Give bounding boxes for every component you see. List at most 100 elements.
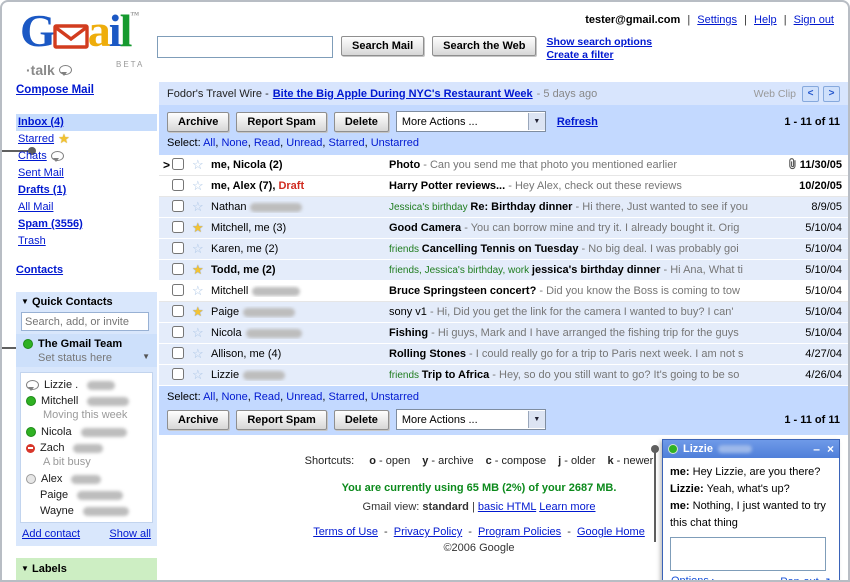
row-checkbox[interactable] [172, 347, 184, 359]
select-all-link[interactable]: All [203, 391, 215, 403]
row-checkbox[interactable] [172, 221, 184, 233]
star-icon[interactable]: ☆ [192, 370, 211, 380]
contact-item[interactable]: Lizzie . [24, 377, 149, 393]
row-checkbox[interactable] [172, 179, 184, 191]
delete-button[interactable]: Delete [334, 112, 389, 132]
row-checkbox[interactable] [172, 263, 184, 275]
show-search-options-link[interactable]: Show search options [546, 36, 652, 48]
set-status-control[interactable]: ▼Set status here [23, 352, 153, 364]
email-row[interactable]: ☆me, Alex (7), DraftHarry Potter reviews… [159, 176, 848, 197]
labels-header[interactable]: ▼ Labels [16, 559, 157, 578]
search-input[interactable] [157, 36, 333, 58]
more-actions-dropdown[interactable]: More Actions ... ▼ [396, 111, 546, 132]
star-icon[interactable]: ☆ [192, 160, 211, 170]
refresh-link[interactable]: Refresh [557, 116, 598, 128]
select-unstarred-link[interactable]: Unstarred [371, 137, 419, 149]
chat-minimize-button[interactable]: – [813, 443, 820, 455]
search-web-button[interactable]: Search the Web [432, 36, 536, 56]
contact-item[interactable]: Paige [24, 487, 149, 503]
row-checkbox[interactable] [172, 200, 184, 212]
folder-link[interactable]: Inbox (4) [18, 116, 64, 128]
select-unread-link[interactable]: Unread [286, 137, 322, 149]
sidebar-item-drafts-1[interactable]: Drafts (1) [16, 182, 157, 199]
sidebar-item-chats[interactable]: Chats [16, 148, 157, 165]
contact-item[interactable]: Nicola [24, 424, 149, 440]
star-icon[interactable]: ☆ [192, 349, 211, 359]
archive-button[interactable]: Archive [167, 112, 229, 132]
folder-link[interactable]: Spam (3556) [18, 218, 83, 230]
email-row[interactable]: >☆me, Nicola (2)Photo - Can you send me … [159, 155, 848, 176]
star-icon[interactable]: ☆ [192, 181, 211, 191]
learn-more-link[interactable]: Learn more [539, 501, 595, 513]
email-row[interactable]: ☆Karen, me (2)friends Cancelling Tennis … [159, 239, 848, 260]
create-filter-link[interactable]: Create a filter [546, 49, 613, 61]
report-spam-button[interactable]: Report Spam [236, 112, 326, 132]
sidebar-item-sent-mail[interactable]: Sent Mail [16, 165, 157, 182]
star-icon[interactable]: ☆ [192, 202, 211, 212]
email-row[interactable]: ★Paigesony v1 - Hi, Did you get the link… [159, 302, 848, 323]
select-starred-link[interactable]: Starred [328, 137, 364, 149]
email-row[interactable]: ★Mitchell, me (3)Good Camera - You can b… [159, 218, 848, 239]
row-checkbox[interactable] [172, 326, 184, 338]
select-read-link[interactable]: Read [254, 391, 280, 403]
select-none-link[interactable]: None [221, 137, 247, 149]
select-unstarred-link[interactable]: Unstarred [371, 391, 419, 403]
select-all-link[interactable]: All [203, 137, 215, 149]
email-row[interactable]: ☆Lizziefriends Trip to Africa - Hey, so … [159, 365, 848, 386]
chat-options-link[interactable]: Options ▸ [671, 575, 716, 582]
contact-item[interactable]: Zach [24, 440, 149, 456]
quick-contacts-search-input[interactable] [21, 312, 149, 331]
row-checkbox[interactable] [172, 305, 184, 317]
footer-link-privacy-policy[interactable]: Privacy Policy [394, 526, 462, 538]
row-checkbox[interactable] [172, 158, 184, 170]
email-row[interactable]: ☆NathanJessica's birthday Re: Birthday d… [159, 197, 848, 218]
settings-link[interactable]: Settings [697, 14, 737, 26]
folder-link[interactable]: Starred [18, 133, 54, 145]
star-icon[interactable]: ☆ [192, 244, 211, 254]
compose-mail-link[interactable]: Compose Mail [16, 84, 94, 96]
footer-link-google-home[interactable]: Google Home [577, 526, 645, 538]
chat-close-button[interactable]: × [827, 443, 834, 455]
help-link[interactable]: Help [754, 14, 777, 26]
row-checkbox[interactable] [172, 368, 184, 380]
folder-link[interactable]: All Mail [18, 201, 53, 213]
sidebar-item-starred[interactable]: Starred★ [16, 131, 157, 148]
sidebar-item-spam-3556[interactable]: Spam (3556) [16, 216, 157, 233]
email-row[interactable]: ★Todd, me (2)friends, Jessica's birthday… [159, 260, 848, 281]
sidebar-item-all-mail[interactable]: All Mail [16, 199, 157, 216]
folder-link[interactable]: Sent Mail [18, 167, 64, 179]
footer-link-terms-of-use[interactable]: Terms of Use [313, 526, 378, 538]
select-read-link[interactable]: Read [254, 137, 280, 149]
quick-contacts-header[interactable]: ▼ Quick Contacts [16, 292, 157, 311]
contact-item[interactable]: Wayne [24, 503, 149, 519]
select-unread-link[interactable]: Unread [286, 391, 322, 403]
star-icon-filled[interactable]: ★ [192, 307, 211, 317]
webclip-next-button[interactable]: > [823, 86, 840, 102]
chat-header[interactable]: Lizzie – × [663, 440, 839, 458]
email-row[interactable]: ☆Allison, me (4)Rolling Stones - I could… [159, 344, 848, 365]
search-mail-button[interactable]: Search Mail [341, 36, 424, 56]
star-icon-filled[interactable]: ★ [192, 265, 211, 275]
sidebar-item-trash[interactable]: Trash [16, 233, 157, 250]
select-none-link[interactable]: None [221, 391, 247, 403]
delete-button[interactable]: Delete [334, 410, 389, 430]
basic-html-link[interactable]: basic HTML [478, 501, 536, 513]
contact-item[interactable]: Mitchell [24, 393, 149, 409]
contact-item[interactable]: Alex [24, 471, 149, 487]
add-contact-link[interactable]: Add contact [22, 528, 80, 540]
star-icon[interactable]: ☆ [192, 328, 211, 338]
webclip-prev-button[interactable]: < [802, 86, 819, 102]
show-all-link[interactable]: Show all [109, 528, 151, 540]
chat-input[interactable] [670, 537, 826, 571]
folder-link[interactable]: Trash [18, 235, 46, 247]
report-spam-button[interactable]: Report Spam [236, 410, 326, 430]
select-starred-link[interactable]: Starred [328, 391, 364, 403]
sidebar-item-contacts[interactable]: Contacts [16, 264, 63, 276]
more-actions-dropdown[interactable]: More Actions ... ▼ [396, 409, 546, 430]
row-checkbox[interactable] [172, 242, 184, 254]
star-icon-filled[interactable]: ★ [192, 223, 211, 233]
row-checkbox[interactable] [172, 284, 184, 296]
star-icon[interactable]: ☆ [192, 286, 211, 296]
email-row[interactable]: ☆NicolaFishing - Hi guys, Mark and I hav… [159, 323, 848, 344]
chat-popout-link[interactable]: Pop-out ↗ [780, 575, 831, 582]
